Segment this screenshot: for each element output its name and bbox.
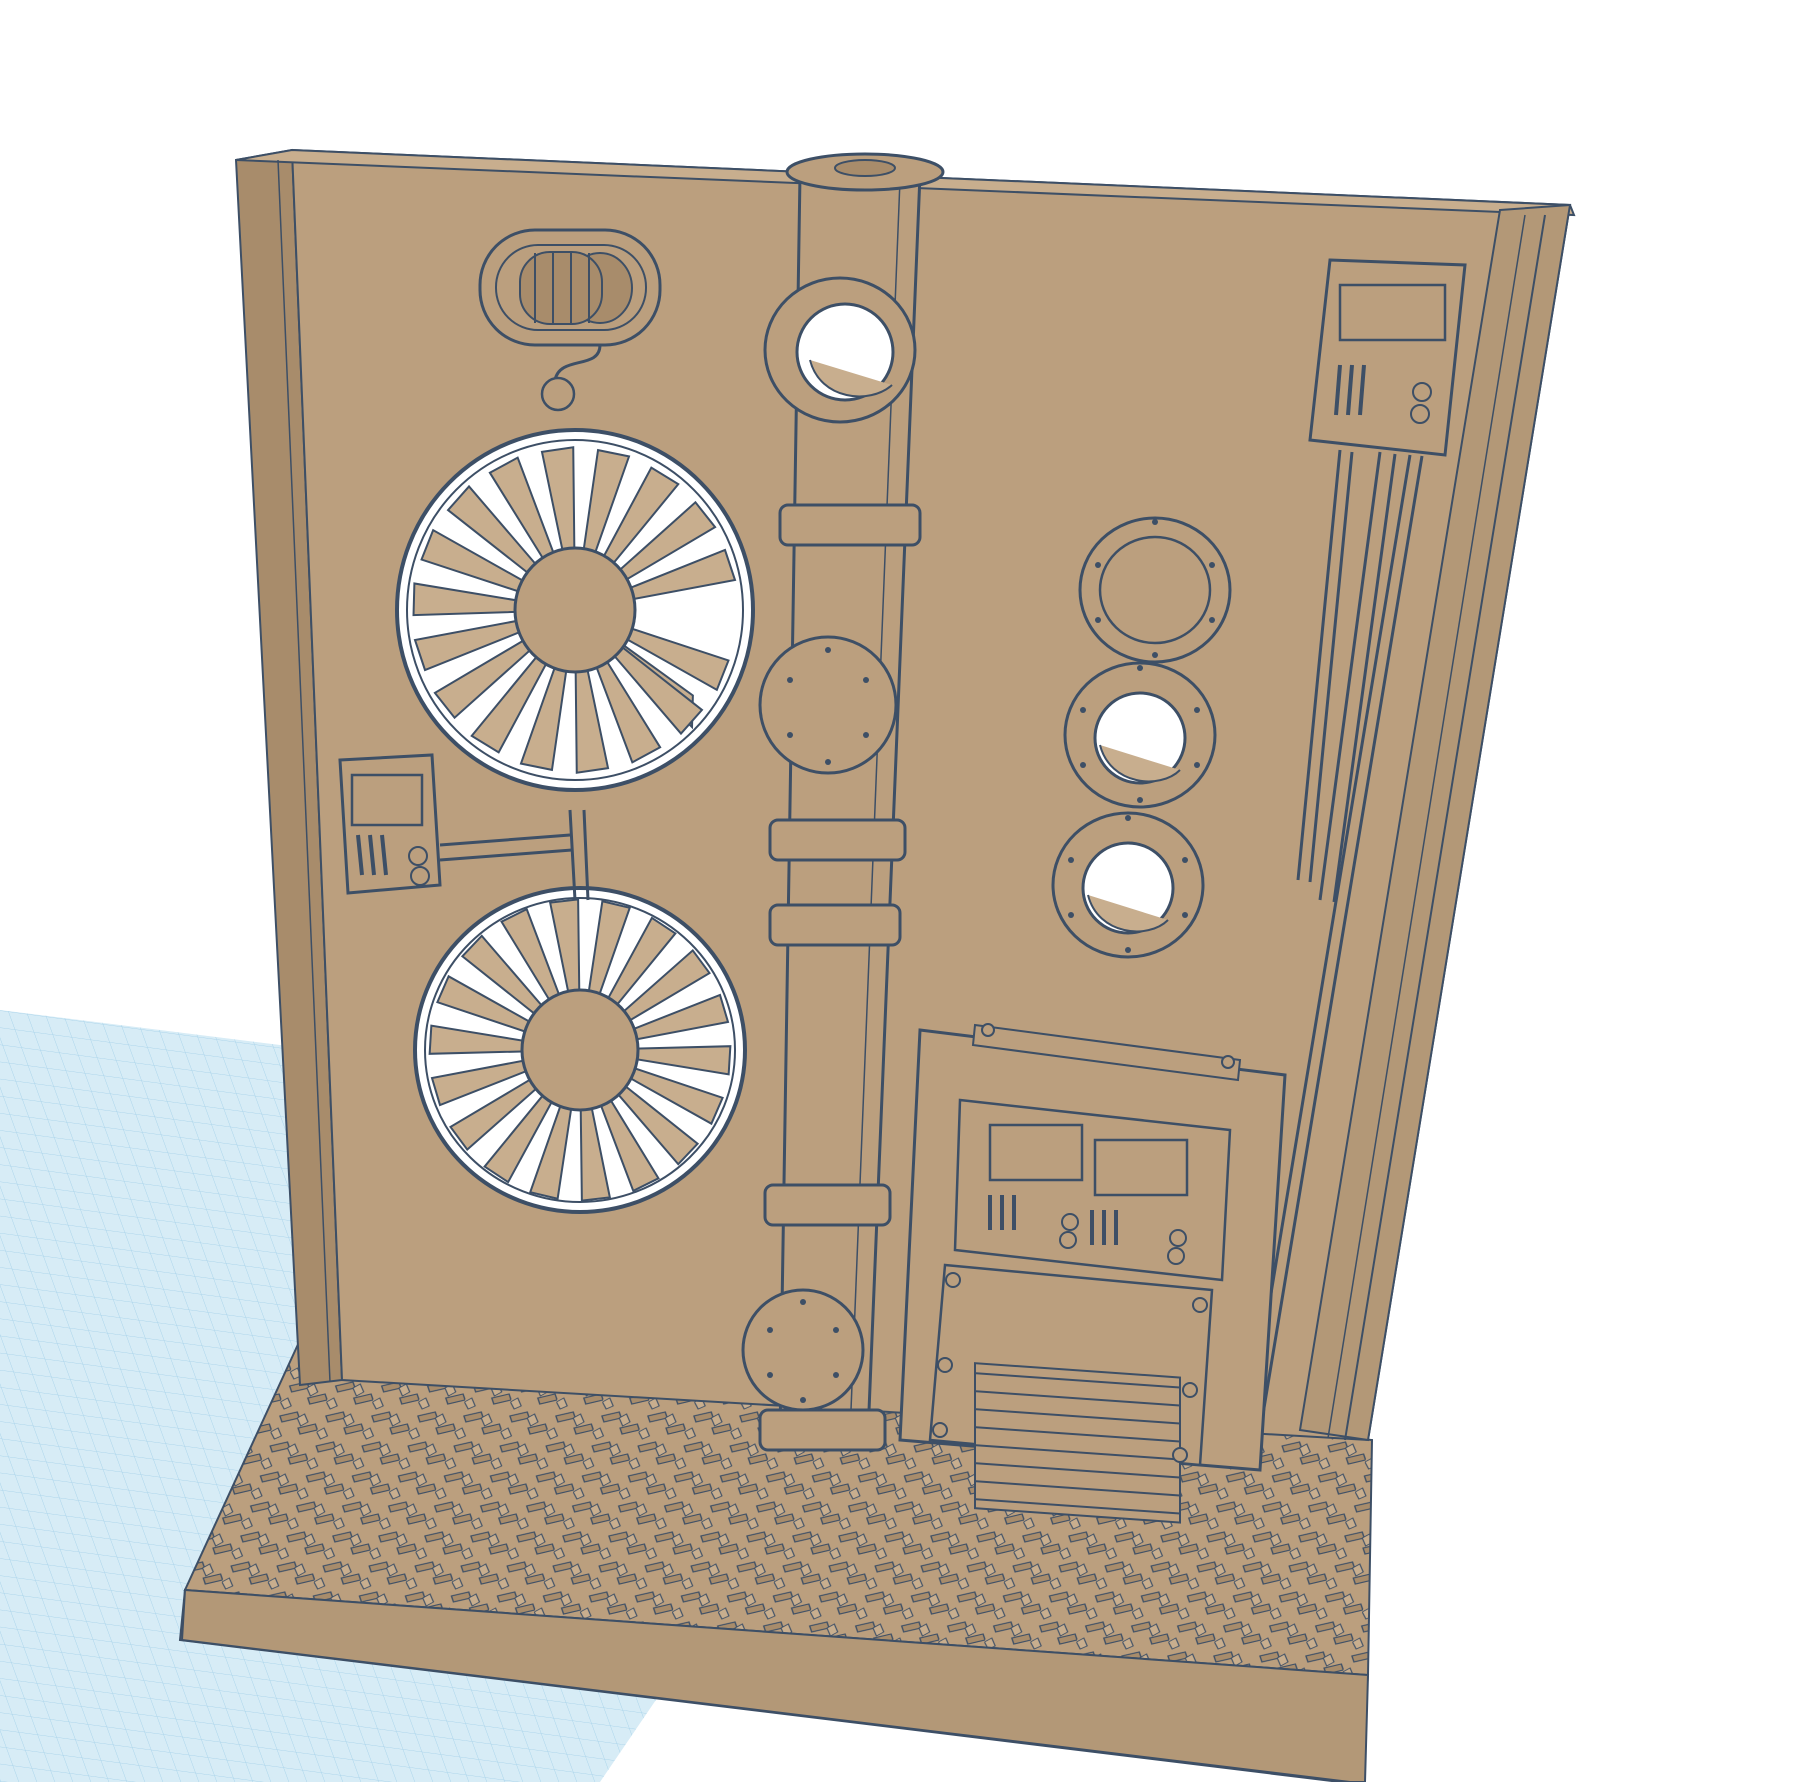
porthole-icon [1063, 661, 1217, 809]
porthole-middle[interactable] [1063, 661, 1217, 809]
coil-icon [519, 251, 633, 325]
fan-upper[interactable] [395, 428, 755, 792]
fan-lower[interactable] [413, 886, 747, 1214]
porthole-icon [1078, 516, 1232, 664]
fan-icon [413, 886, 747, 1214]
workplane-viewport[interactable] [0, 0, 1802, 1782]
pipe-flange-plate [758, 635, 898, 775]
pipe-flange-plate [741, 1288, 865, 1412]
control-panel-icon [1308, 258, 1467, 457]
porthole-top[interactable] [1078, 516, 1232, 664]
control-panel-icon [338, 753, 442, 895]
porthole-bottom[interactable] [1051, 811, 1205, 959]
fan-icon [395, 428, 755, 792]
porthole-icon [763, 276, 917, 424]
porthole-icon [1051, 811, 1205, 959]
scene-svg[interactable] [0, 0, 1802, 1782]
